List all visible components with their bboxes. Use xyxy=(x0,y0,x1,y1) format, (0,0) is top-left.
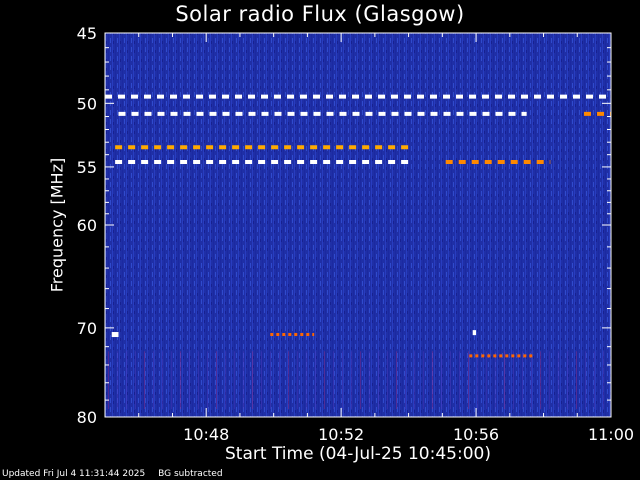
noise-streak xyxy=(594,351,595,409)
x-axis-label: Start Time (04-Jul-25 10:45:00) xyxy=(225,444,491,464)
noise-streak xyxy=(522,351,523,409)
noise-streak xyxy=(279,351,280,409)
noise-streak xyxy=(342,351,343,409)
noise-streak xyxy=(549,351,550,409)
noise-streak xyxy=(576,351,577,409)
noise-streak xyxy=(504,351,505,409)
x-tick-label: 10:56 xyxy=(453,425,499,444)
noise-streak xyxy=(288,351,289,409)
noise-streak xyxy=(441,351,442,409)
updated-timestamp: Updated Fri Jul 4 11:31:44 2025 xyxy=(2,469,146,479)
y-tick-label: 50 xyxy=(77,94,97,113)
noise-streak xyxy=(540,351,541,409)
noise-streak xyxy=(198,351,199,409)
noise-streak xyxy=(270,351,271,409)
noise-streak xyxy=(261,351,262,409)
noise-streak xyxy=(360,351,361,409)
noise-streak xyxy=(144,351,145,409)
noise-streak xyxy=(324,351,325,409)
noise-streak xyxy=(468,351,469,409)
noise-streak xyxy=(585,351,586,409)
noise-streak xyxy=(135,351,136,409)
noise-streak xyxy=(423,351,424,409)
noise-streak xyxy=(216,351,217,409)
noise-streak xyxy=(387,351,388,409)
noise-streak xyxy=(306,351,307,409)
noise-streak xyxy=(486,351,487,409)
noise-streak xyxy=(126,351,127,409)
noise-streak xyxy=(396,351,397,409)
noise-streak xyxy=(432,351,433,409)
noise-streak xyxy=(234,351,235,409)
noise-streak xyxy=(117,351,118,409)
x-tick-label: 10:52 xyxy=(318,425,364,444)
noise-streak xyxy=(567,351,568,409)
noise-streak xyxy=(351,351,352,409)
noise-streak xyxy=(225,351,226,409)
noise-streak xyxy=(243,351,244,409)
noise-streak xyxy=(477,351,478,409)
noise-streak xyxy=(450,351,451,409)
y-tick-label: 55 xyxy=(77,158,97,177)
y-tick-label: 70 xyxy=(77,319,97,338)
noise-streak xyxy=(378,351,379,409)
noise-streak xyxy=(414,351,415,409)
noise-streak xyxy=(459,351,460,409)
footer: Updated Fri Jul 4 11:31:44 2025 BG subtr… xyxy=(2,469,233,479)
noise-streak xyxy=(180,351,181,409)
noise-streak xyxy=(315,351,316,409)
y-tick-label: 60 xyxy=(77,216,97,235)
noise-streak xyxy=(405,351,406,409)
noise-streak xyxy=(333,351,334,409)
y-tick-label: 45 xyxy=(77,24,97,43)
spectrogram-chart: 10:48 10:52 10:56 11:00 45 50 55 60 70 80 xyxy=(77,24,634,444)
noise-streak xyxy=(252,351,253,409)
noise-streak xyxy=(153,351,154,409)
noise-streak xyxy=(189,351,190,409)
bg-note: BG subtracted xyxy=(158,469,223,479)
noise-streak xyxy=(162,351,163,409)
noise-streak xyxy=(297,351,298,409)
spectrogram-plot-area xyxy=(105,33,611,417)
noise-streak xyxy=(207,351,208,409)
noise-streak xyxy=(495,351,496,409)
x-tick-label: 10:48 xyxy=(183,425,229,444)
y-axis-label: Frequency [MHz] xyxy=(47,157,67,293)
noise-streak xyxy=(369,351,370,409)
noise-streak xyxy=(531,351,532,409)
y-tick-label: 80 xyxy=(77,408,97,427)
noise-streak xyxy=(171,351,172,409)
noise-streak xyxy=(513,351,514,409)
noise-streak xyxy=(603,351,604,409)
noise-streak xyxy=(558,351,559,409)
x-tick-label: 11:00 xyxy=(588,425,634,444)
